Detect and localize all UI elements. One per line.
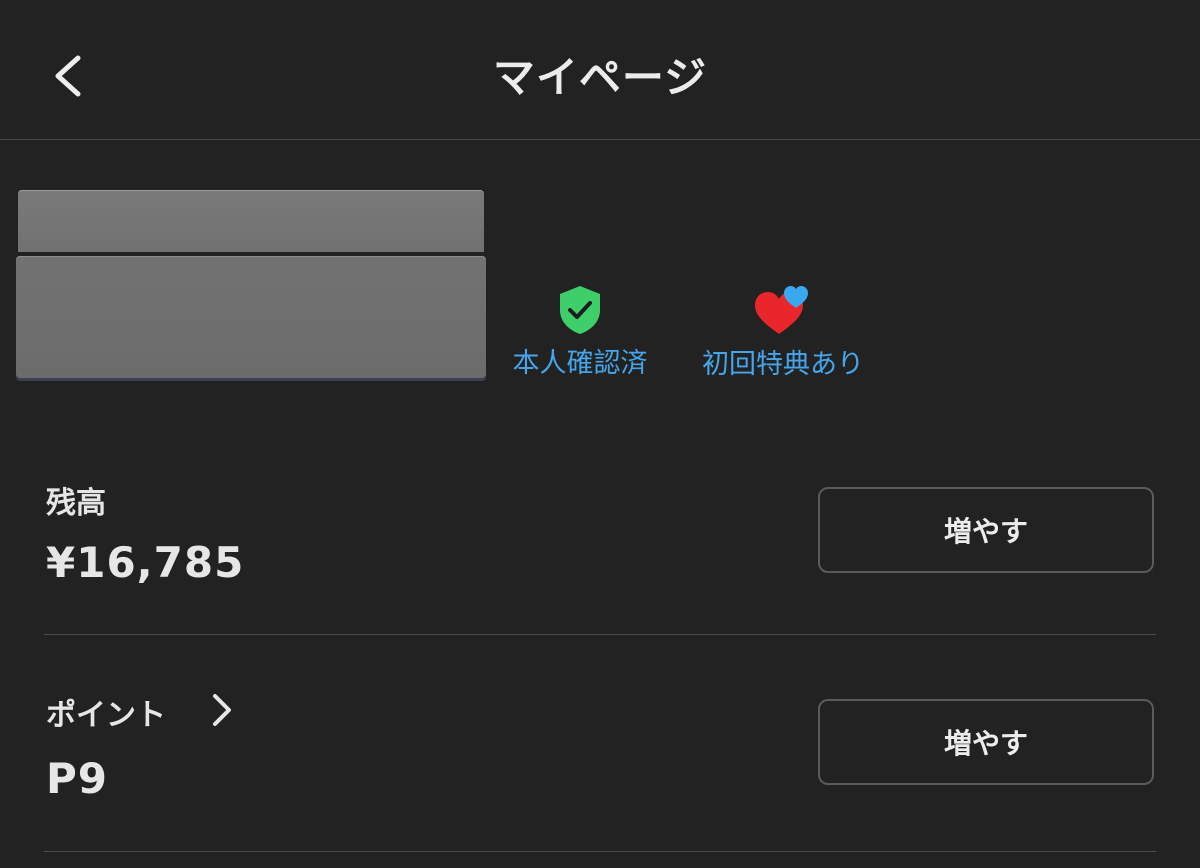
points-label[interactable]: ポイント	[46, 690, 166, 734]
verified-badge-label: 本人確認済	[512, 348, 648, 379]
profile-image-top	[18, 190, 484, 252]
row-divider	[44, 851, 1156, 852]
balance-label: 残高	[46, 486, 106, 521]
first-benefit-badge-label: 初回特典あり	[702, 349, 864, 380]
profile-image-bottom	[16, 256, 486, 378]
my-page-screen: マイページ 本人確認済 初回特典あり 残高 ¥16,785 増やす ポイント P…	[0, 0, 1200, 868]
increase-balance-button[interactable]: 増やす	[818, 487, 1154, 573]
page-title: マイページ	[492, 53, 708, 102]
profile-image	[16, 190, 486, 380]
hearts-icon	[755, 286, 808, 334]
first-benefit-badge: 初回特典あり	[690, 280, 876, 381]
header-divider	[0, 139, 1200, 140]
header: マイページ	[0, 0, 1200, 139]
verified-badge: 本人確認済	[500, 283, 660, 380]
shield-check-icon	[560, 286, 600, 334]
balance-value: ¥16,785	[46, 538, 245, 587]
points-value: P9	[46, 754, 109, 803]
increase-points-button[interactable]: 増やす	[818, 699, 1154, 785]
chevron-right-icon[interactable]	[205, 688, 237, 732]
row-divider	[44, 634, 1156, 635]
